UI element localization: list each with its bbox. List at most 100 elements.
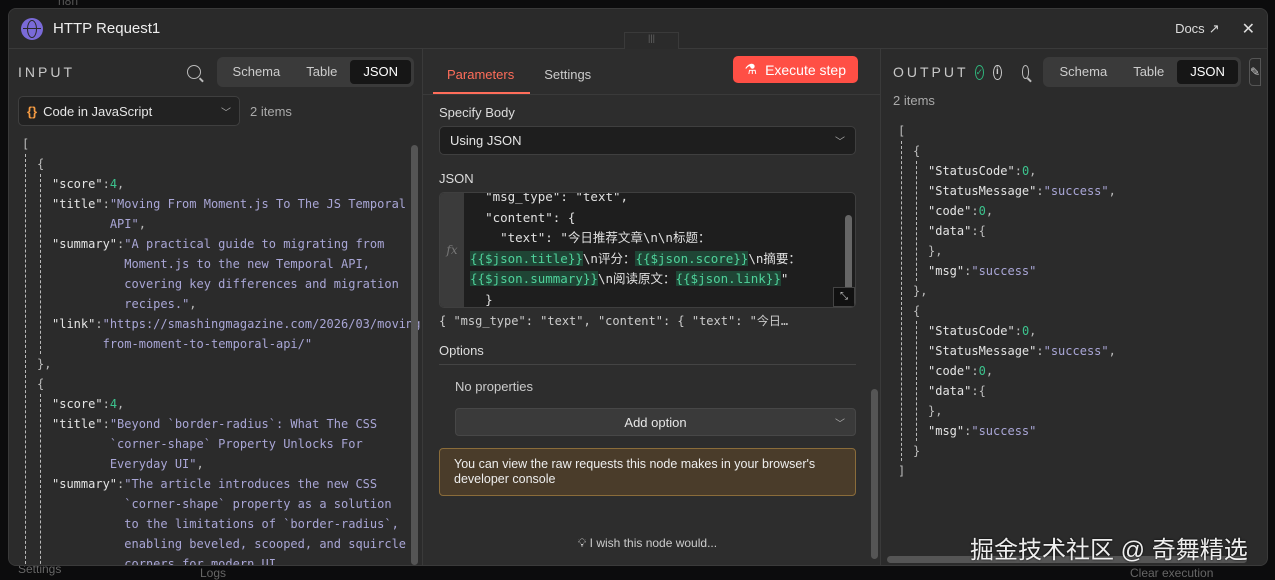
close-icon[interactable]: ✕ xyxy=(1242,19,1255,39)
json-number: 4 xyxy=(109,397,118,411)
search-icon[interactable] xyxy=(1021,65,1030,79)
expression-title: {{$json.title}} xyxy=(470,250,583,266)
expand-editor-icon[interactable]: ⤡ xyxy=(833,287,855,307)
drag-handle[interactable]: ||| xyxy=(624,32,679,49)
view-table[interactable]: Table xyxy=(1120,60,1177,84)
input-scrollbar[interactable] xyxy=(411,145,418,565)
colon: : xyxy=(1036,344,1044,358)
json-key: "score" xyxy=(52,177,103,191)
object-close: }, xyxy=(37,357,52,371)
node-modal: HTTP Request1 Docs ↗ ✕ INPUT Schema Table… xyxy=(8,8,1268,566)
json-key: "title" xyxy=(52,417,103,431)
json-string: "Beyond `border-radius`: What The CSS `c… xyxy=(109,417,378,471)
tab-settings[interactable]: Settings xyxy=(530,67,607,94)
view-json[interactable]: JSON xyxy=(350,60,411,84)
output-panel: OUTPUT ✓ i Schema Table JSON ✎ 2 items [… xyxy=(881,49,1267,565)
tab-parameters[interactable]: Parameters xyxy=(433,67,531,94)
colon: : xyxy=(964,264,972,278)
clear-execution-button[interactable]: Clear execution xyxy=(1130,566,1213,580)
search-icon[interactable] xyxy=(186,65,201,79)
comma: , xyxy=(189,297,197,311)
object-open: { xyxy=(37,377,45,391)
input-json-tree: [{"score": 4, "title": "Moving From Momen… xyxy=(22,134,428,565)
json-field: "msg": "success" xyxy=(928,261,1258,281)
json-field: "StatusCode": 0, xyxy=(928,321,1258,341)
json-code[interactable]: "msg_type": "text", "content": { "text":… xyxy=(464,193,855,307)
json-key: "summary" xyxy=(52,237,118,251)
json-value: "success", xyxy=(1044,181,1258,201)
json-key: "StatusCode" xyxy=(928,164,1015,178)
json-value: "A practical guide to migrating from Mom… xyxy=(124,234,407,314)
output-label: OUTPUT xyxy=(893,64,969,80)
comma: , xyxy=(1029,324,1037,338)
json-value: "The article introduces the new CSS `cor… xyxy=(124,474,407,565)
json-number: 0 xyxy=(978,364,986,378)
options-label: Options xyxy=(439,343,856,365)
json-key: "title" xyxy=(52,197,103,211)
json-value: "success" xyxy=(971,261,1258,281)
view-table[interactable]: Table xyxy=(293,60,350,84)
docs-link[interactable]: Docs ↗ xyxy=(1175,21,1220,37)
json-string: "success" xyxy=(971,424,1037,438)
add-option-button[interactable]: Add option ﹀ xyxy=(455,408,856,436)
object-close: }, xyxy=(913,284,928,298)
input-label: INPUT xyxy=(18,64,75,80)
comma: , xyxy=(117,397,125,411)
colon: : xyxy=(117,477,125,491)
chevron-down-icon: ﹀ xyxy=(835,137,845,148)
edit-output-button[interactable]: ✎ xyxy=(1248,58,1261,86)
json-number: 0 xyxy=(978,204,986,218)
logs-link[interactable]: Logs xyxy=(200,566,226,580)
json-key: "StatusCode" xyxy=(928,324,1015,338)
view-json[interactable]: JSON xyxy=(1177,60,1238,84)
json-value: 0, xyxy=(979,361,1258,381)
comma: , xyxy=(985,364,994,378)
array-open: [ xyxy=(22,137,30,151)
specify-body-value: Using JSON xyxy=(450,133,522,148)
feedback-link[interactable]: 💡︎ I wish this node would... xyxy=(439,536,856,551)
expression-score: {{$json.score}} xyxy=(635,250,749,266)
comma: , xyxy=(196,457,204,471)
view-schema[interactable]: Schema xyxy=(1046,60,1120,84)
object-close: }, xyxy=(928,404,943,418)
source-node-select[interactable]: {} Code in JavaScript ﹀ xyxy=(18,96,240,126)
json-field: "code": 0, xyxy=(928,201,1258,221)
json-number: 4 xyxy=(109,177,118,191)
developer-console-notice: You can view the raw requests this node … xyxy=(439,448,856,496)
item-count: 2 items xyxy=(250,103,292,119)
json-key: "score" xyxy=(52,397,103,411)
colon: : xyxy=(971,204,979,218)
output-json-tree: [{"StatusCode": 0, "StatusMessage": "succ… xyxy=(898,121,1258,481)
colon: : xyxy=(971,384,979,398)
success-check-icon: ✓ xyxy=(974,64,985,80)
fx-icon: fx xyxy=(440,193,464,307)
colon: : xyxy=(102,197,110,211)
json-body-editor[interactable]: fx "msg_type": "text", "content": { "tex… xyxy=(439,192,856,308)
flask-icon: ⚗ xyxy=(744,61,758,77)
watermark: 掘金技术社区 @ 奇舞精选 xyxy=(970,537,1248,564)
info-icon[interactable]: i xyxy=(993,64,1002,80)
json-key: "code" xyxy=(928,204,972,218)
parameters-scrollbar[interactable] xyxy=(871,389,878,559)
node-title[interactable]: HTTP Request1 xyxy=(53,20,160,37)
comma: , xyxy=(1108,344,1116,358)
item-count: 2 items xyxy=(893,93,935,108)
expression-summary: {{$json.summary}} xyxy=(470,271,598,286)
json-key: "code" xyxy=(928,364,972,378)
json-value: 0, xyxy=(1022,161,1258,181)
json-key: "msg" xyxy=(928,424,965,438)
json-value: 4, xyxy=(110,174,407,194)
code-line: "content": { xyxy=(470,209,576,225)
json-field: "code": 0, xyxy=(928,361,1258,381)
colon: : xyxy=(1014,324,1022,338)
specify-body-select[interactable]: Using JSON ﹀ xyxy=(439,126,856,155)
json-field: "StatusCode": 0, xyxy=(928,161,1258,181)
execute-step-button[interactable]: ⚗ Execute step xyxy=(732,56,858,83)
json-key: "data" xyxy=(928,224,972,238)
json-string: "success" xyxy=(1043,184,1109,198)
colon: : xyxy=(1036,184,1044,198)
chevron-down-icon: ﹀ xyxy=(221,107,231,119)
json-key: "msg" xyxy=(928,264,965,278)
json-field: "score": 4, xyxy=(52,174,407,194)
view-schema[interactable]: Schema xyxy=(220,60,294,84)
